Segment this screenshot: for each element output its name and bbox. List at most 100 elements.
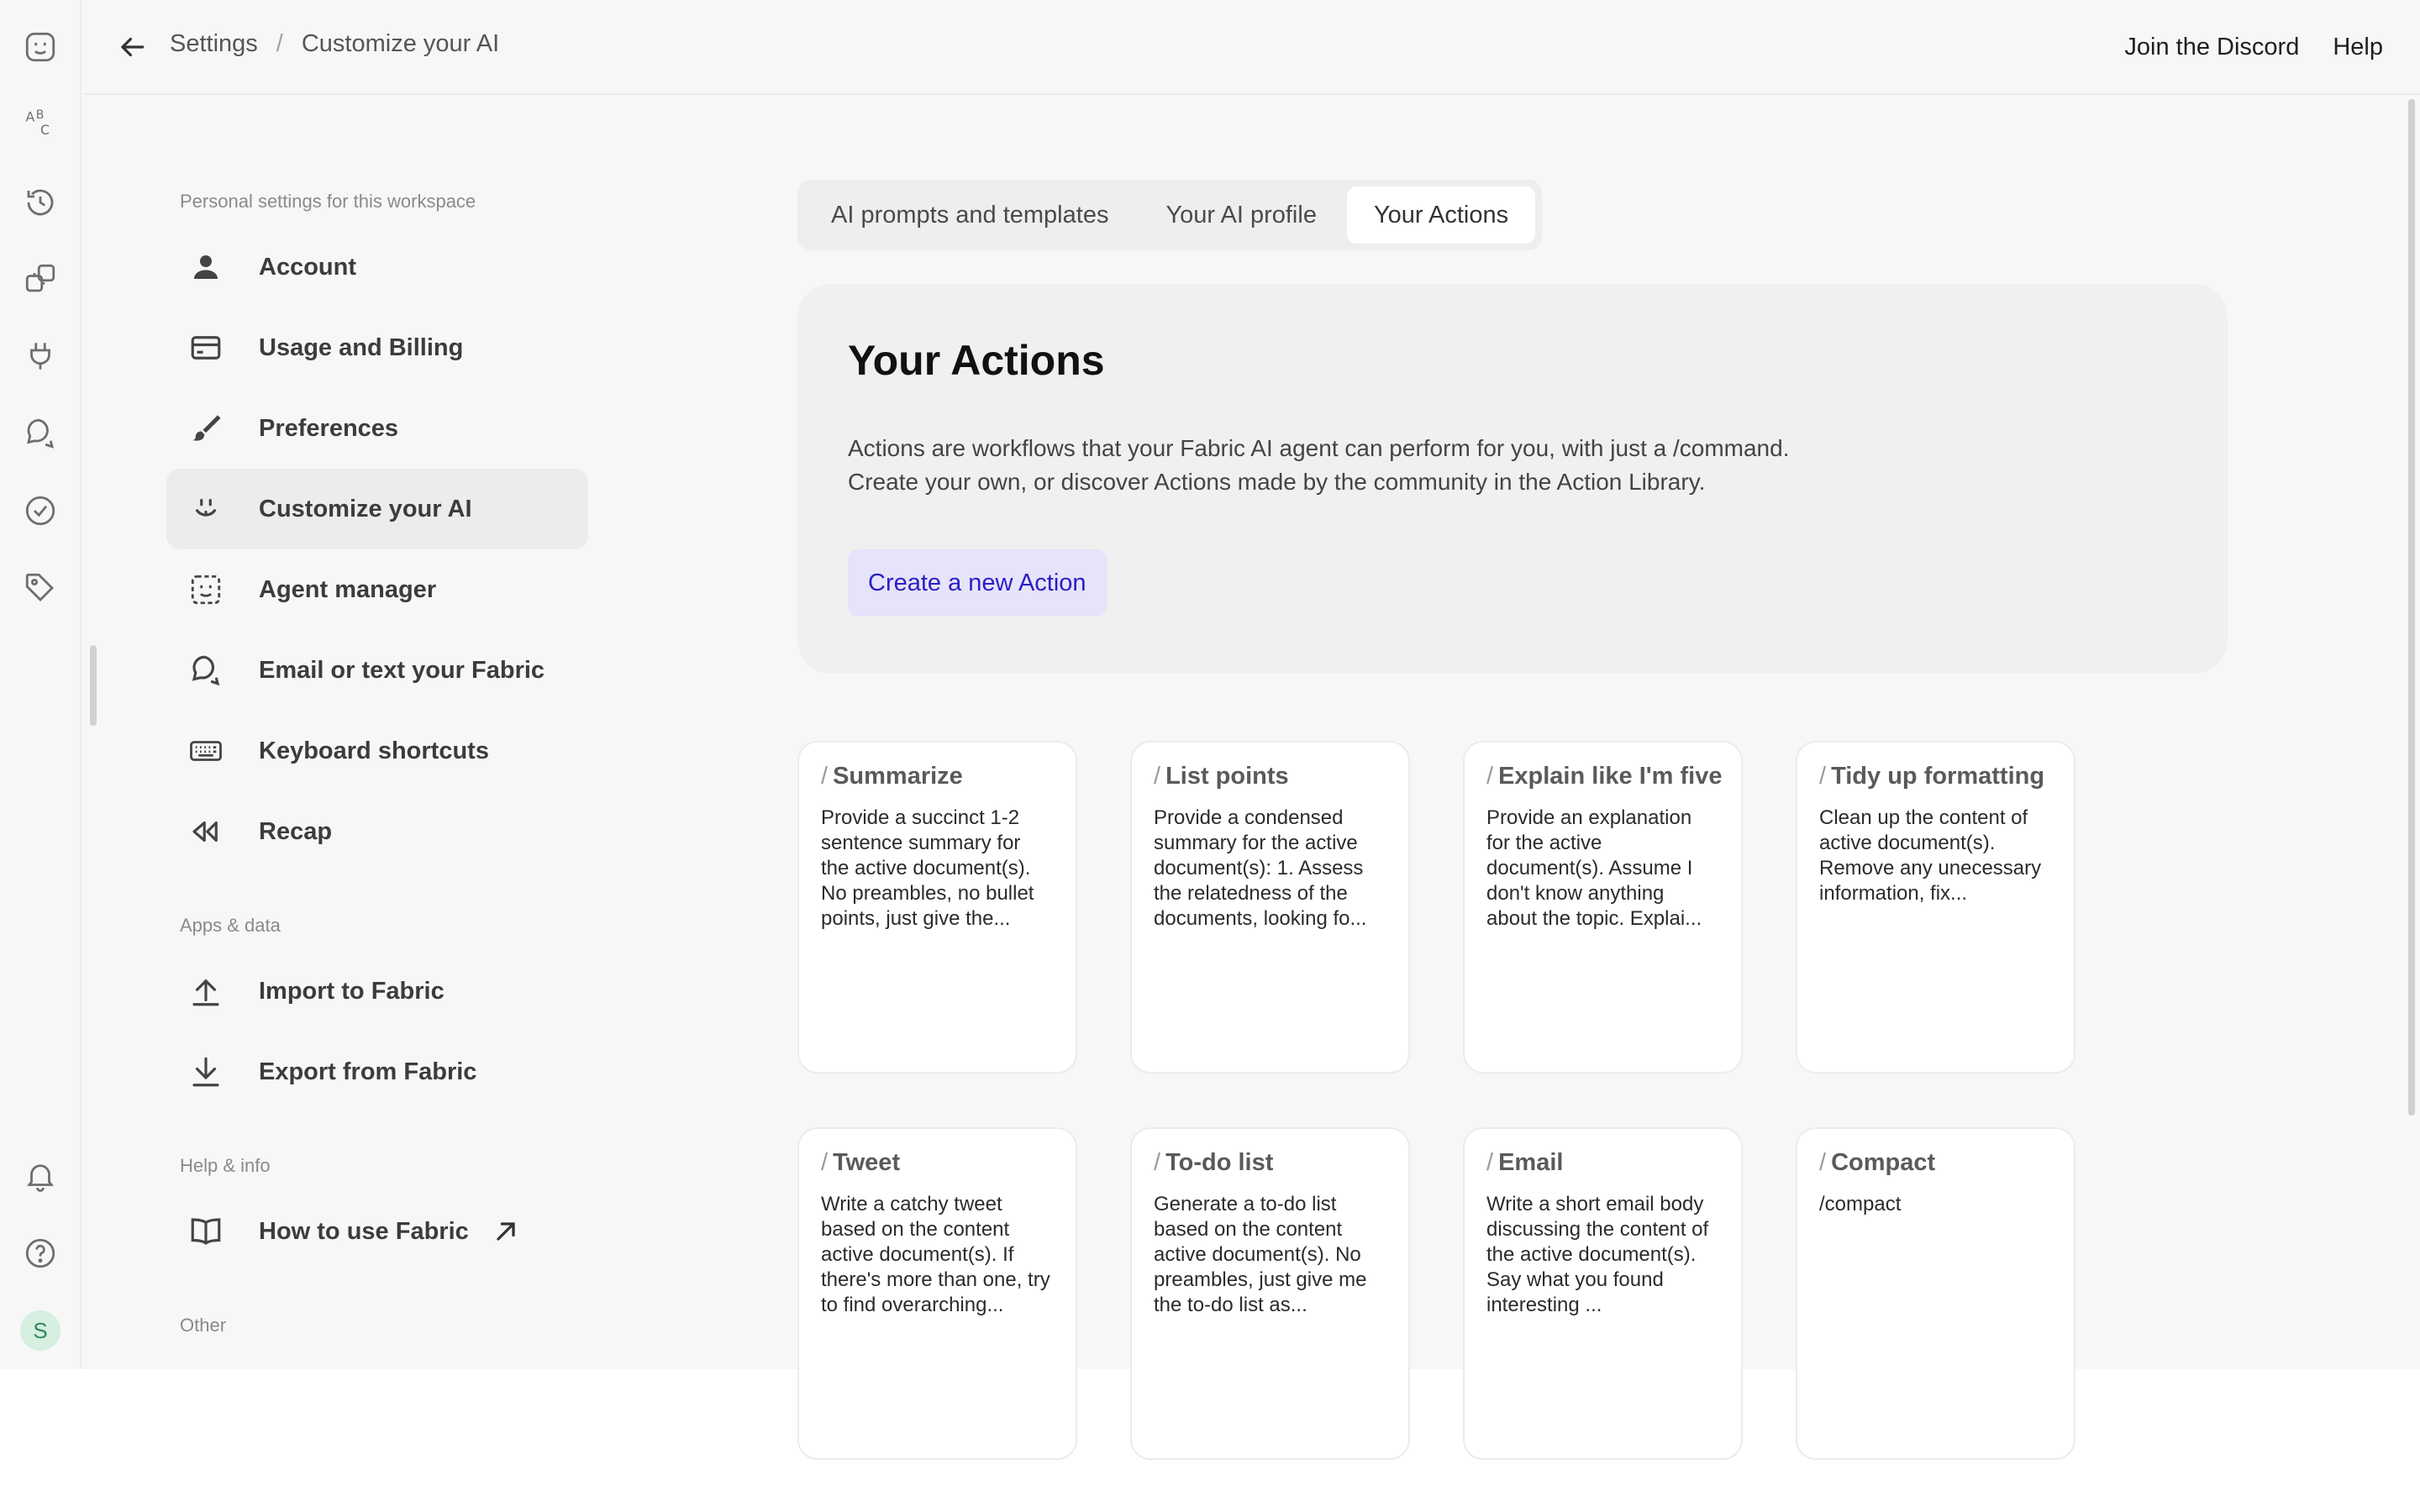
chat-icon (187, 651, 225, 690)
nav-item-label: Account (259, 253, 356, 281)
layers-icon[interactable] (17, 255, 64, 302)
join-discord-link[interactable]: Join the Discord (2112, 22, 2311, 72)
nav-item-label: Usage and Billing (259, 333, 464, 361)
action-description: Provide a succinct 1-2 sentence summary … (821, 806, 1034, 930)
spellcheck-icon[interactable]: ABC (17, 99, 64, 146)
nav-item-preferences[interactable]: Preferences (166, 388, 588, 469)
nav-item-account[interactable]: Account (166, 227, 588, 307)
nav-item-customize-ai[interactable]: Customize your AI (166, 469, 588, 549)
external-link-icon (497, 1222, 515, 1241)
action-card[interactable]: / To-do list Generate a to-do list based … (1130, 1127, 1410, 1460)
book-icon (187, 1212, 225, 1251)
svg-text:B: B (36, 108, 45, 122)
action-name: Explain like I'm five (1498, 763, 1723, 790)
card-icon (187, 328, 225, 367)
action-card[interactable]: / Tidy up formatting Clean up the content… (1796, 741, 2075, 1074)
rewind-icon (187, 812, 225, 851)
action-card[interactable]: / Explain like I'm five Provide an explan… (1463, 741, 1743, 1074)
action-description: Write a catchy tweet based on the conten… (821, 1193, 1050, 1316)
action-card[interactable]: / Summarize Provide a succinct 1-2 senten… (797, 741, 1077, 1074)
breadcrumb-settings[interactable]: Settings (170, 30, 258, 58)
action-card[interactable]: / List points Provide a condensed summary… (1130, 741, 1410, 1074)
settings-nav: Personal settings for this workspace Acc… (166, 176, 588, 1351)
agent-icon (187, 570, 225, 609)
download-icon (187, 1053, 225, 1091)
upload-icon (187, 972, 225, 1011)
nav-item-label: Customize your AI (259, 495, 472, 522)
nav-item-label: Import to Fabric (259, 977, 445, 1005)
back-arrow-icon[interactable] (108, 24, 155, 71)
help-icon[interactable] (17, 1230, 64, 1277)
action-description: Write a short email body discussing the … (1486, 1193, 1709, 1316)
nav-item-agent-manager[interactable]: Agent manager (166, 549, 588, 630)
action-description: Provide an explanation for the active do… (1486, 806, 1702, 930)
nav-item-import[interactable]: Import to Fabric (166, 951, 588, 1032)
avatar[interactable]: S (20, 1310, 60, 1351)
history-icon[interactable] (17, 179, 64, 226)
create-action-button[interactable]: Create a new Action (848, 549, 1107, 617)
action-name: Summarize (833, 763, 963, 790)
action-name: Email (1498, 1149, 1564, 1176)
action-name: Tweet (833, 1149, 901, 1176)
nav-item-label: Preferences (259, 414, 399, 442)
tab-your-actions[interactable]: Your Actions (1346, 186, 1536, 244)
scrollbar[interactable] (2408, 99, 2415, 1116)
breadcrumb-current: Customize your AI (301, 30, 500, 57)
top-links: Join the Discord Help (2112, 22, 2395, 72)
actions-intro-card: Your Actions Actions are workflows that … (797, 284, 2228, 674)
nav-section-title: Help & info (180, 1155, 271, 1176)
action-description: Clean up the content of active document(… (1819, 806, 2042, 905)
bell-icon[interactable] (17, 1152, 64, 1200)
action-name: Tidy up formatting (1831, 763, 2045, 790)
action-description: Generate a to-do list based on the conte… (1154, 1193, 1367, 1316)
svg-text:A: A (26, 108, 35, 124)
nav-item-keyboard-shortcuts[interactable]: Keyboard shortcuts (166, 711, 588, 791)
nav-item-email-text[interactable]: Email or text your Fabric (166, 630, 588, 711)
nav-item-label: Recap (259, 817, 333, 845)
nav-item-export[interactable]: Export from Fabric (166, 1032, 588, 1112)
fabric-face-icon[interactable] (17, 24, 64, 71)
person-icon (187, 248, 225, 286)
smile-icon (187, 490, 225, 528)
action-name: To-do list (1165, 1149, 1274, 1176)
svg-text:C: C (40, 122, 50, 138)
top-bar: Settings / Customize your AI Join the Di… (83, 0, 2420, 95)
action-name: Compact (1831, 1149, 1936, 1176)
action-description: Provide a condensed summary for the acti… (1154, 806, 1367, 930)
actions-description: Actions are workflows that your Fabric A… (848, 432, 2177, 499)
icon-rail: ABC S (0, 0, 82, 1369)
action-card[interactable]: / Tweet Write a catchy tweet based on the… (797, 1127, 1077, 1460)
tab-bar: AI prompts and templates Your AI profile… (797, 180, 1543, 250)
nav-item-usage-billing[interactable]: Usage and Billing (166, 307, 588, 388)
action-card[interactable]: / Email Write a short email body discussi… (1463, 1127, 1743, 1460)
tab-ai-profile[interactable]: Your AI profile (1139, 186, 1344, 244)
breadcrumb-separator: / (276, 30, 283, 57)
app-window: ABC S Settings / Customize your AI Join … (0, 0, 2420, 1460)
nav-item-label: Email or text your Fabric (259, 656, 545, 684)
nav-item-label: Keyboard shortcuts (259, 737, 489, 764)
panel-resize-handle[interactable] (90, 645, 97, 726)
check-circle-icon[interactable] (17, 487, 64, 534)
help-link[interactable]: Help (2321, 22, 2395, 72)
chat-icon[interactable] (17, 410, 64, 457)
nav-section-title: Apps & data (180, 915, 281, 936)
nav-item-label: Export from Fabric (259, 1058, 477, 1085)
plug-icon[interactable] (17, 333, 64, 380)
brush-icon (187, 409, 225, 448)
action-description: /compact (1819, 1193, 1902, 1215)
nav-item-label: How to use Fabric (259, 1217, 469, 1245)
description-line: Actions are workflows that your Fabric A… (848, 435, 1790, 461)
breadcrumb: Settings / Customize your AI (170, 30, 499, 58)
nav-section-title: Other (180, 1315, 227, 1336)
description-line: Create your own, or discover Actions mad… (848, 469, 1706, 495)
keyboard-icon (187, 732, 225, 770)
nav-section-title: Personal settings for this workspace (180, 191, 476, 212)
tab-ai-prompts[interactable]: AI prompts and templates (804, 186, 1135, 244)
page-title: Your Actions (848, 337, 1105, 384)
action-card[interactable]: / Compact /compact (1796, 1127, 2075, 1460)
action-name: List points (1165, 763, 1289, 790)
actions-grid: / Summarize Provide a succinct 1-2 senten… (797, 741, 2159, 1460)
tag-icon[interactable] (17, 564, 64, 612)
nav-item-recap[interactable]: Recap (166, 791, 588, 872)
nav-item-how-to-use[interactable]: How to use Fabric (166, 1191, 588, 1272)
